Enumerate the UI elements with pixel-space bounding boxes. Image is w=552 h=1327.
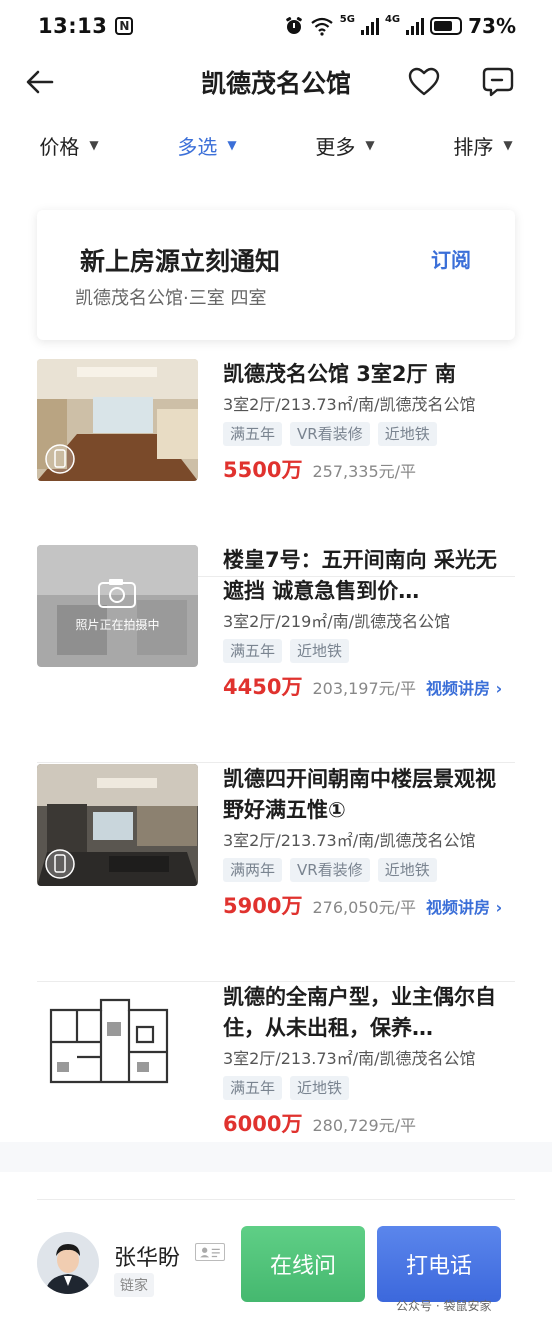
filter-label: 价格 [39,134,80,159]
chevron-down-icon: ▼ [227,138,237,152]
listing-unit-price: 203,197元/平 [312,679,417,698]
listing-tag: 满五年 [223,422,283,446]
listing-tag: 满两年 [223,858,283,882]
filter-more[interactable]: 更多 ▼ [276,120,414,170]
listing-title: 凯德四开间朝南中楼层景观视野好满五惟① [223,767,496,822]
video-tour-link[interactable]: 视频讲房 › [426,675,502,699]
listing-tag: VR看装修 [290,422,370,446]
listing-tag: 近地铁 [290,639,350,663]
status-icons: 5G 4G 73% [284,14,516,38]
wifi-icon [311,17,333,36]
filter-label: 更多 [315,134,356,159]
listing-meta: 3室2厅/213.73㎡/南/凯德茂名公馆 [223,1049,476,1068]
network-4g-label: 4G [384,14,401,25]
listing-title: 凯德茂名公馆 3室2厅 南 [223,362,456,386]
listing-tag: 满五年 [223,1076,283,1100]
listing-item[interactable]: 照片正在拍摄中 楼皇7号：五开间南向 采光无遮挡 诚意急售到价… 3室2厅/21… [37,545,515,763]
filter-sort[interactable]: 排序 ▼ [414,120,552,170]
floor-plan-image [37,982,198,1104]
listing-tags: 满五年 VR看装修 近地铁 [223,422,515,446]
nfc-icon: N [115,17,134,35]
video-tour-link[interactable]: 视频讲房 › [426,894,502,918]
battery-icon [430,17,463,35]
page-title: 凯德茂名公馆 [200,69,351,98]
subscribe-title: 新上房源立刻通知 [80,247,281,276]
photo-placeholder-text: 照片正在拍摄中 [75,618,160,632]
chevron-down-icon: ▼ [503,138,513,152]
filter-label: 排序 [453,134,494,159]
listing-tags: 满两年 VR看装修 近地铁 [223,858,515,882]
subscribe-button[interactable]: 订阅 [431,244,471,273]
business-card-icon[interactable] [195,1243,225,1261]
filter-multi[interactable]: 多选 ▼ [138,120,276,170]
listing-price: 4450万 [223,675,303,699]
listing-photo: 照片正在拍摄中 [37,545,198,667]
agent-bar: 张华盼 链家 在线问 打电话 公众号 · 袋鼠安家 [0,1200,552,1327]
chevron-down-icon: ▼ [365,138,375,152]
network-5g-label: 5G [339,14,355,25]
listing-tag: 近地铁 [377,858,437,882]
heart-icon[interactable] [406,64,442,100]
filter-price[interactable]: 价格 ▼ [0,120,138,170]
header: 凯德茂名公馆 [0,52,552,112]
listing-price: 6000万 [223,1112,303,1136]
listing-tag: 近地铁 [377,422,437,446]
listing-tags: 满五年 近地铁 [223,639,515,663]
listing-meta: 3室2厅/213.73㎡/南/凯德茂名公馆 [223,831,476,850]
subscribe-card: 新上房源立刻通知 凯德茂名公馆·三室 四室 订阅 [37,210,515,340]
listing-photo [37,764,198,886]
signal-5g-icon [360,17,379,35]
listing-item[interactable]: 凯德四开间朝南中楼层景观视野好满五惟① 3室2厅/213.73㎡/南/凯德茂名公… [37,764,515,982]
listing-unit-price: 280,729元/平 [312,1116,417,1135]
battery-fill [434,21,452,31]
subscribe-subtitle: 凯德茂名公馆·三室 四室 [75,288,267,309]
filter-bar: 价格 ▼ 多选 ▼ 更多 ▼ 排序 ▼ [0,120,552,170]
listing-tag: 满五年 [223,639,283,663]
listing-tags: 满五年 近地铁 [223,1076,515,1100]
listing-unit-price: 276,050元/平 [312,898,417,917]
listing-unit-price: 257,335元/平 [312,462,417,481]
listing-title: 凯德的全南户型，业主偶尔自住，从未出租，保养… [223,985,496,1040]
status-time: 13:13 [38,14,108,38]
listing-photo [37,359,198,481]
listing-meta: 3室2厅/219㎡/南/凯德茂名公馆 [223,612,451,631]
listing-price: 5900万 [223,894,303,918]
chevron-down-icon: ▼ [89,138,99,152]
agent-name: 张华盼 [114,1246,181,1271]
call-button[interactable]: 打电话 [377,1226,501,1302]
listing-item[interactable]: 凯德的全南户型，业主偶尔自住，从未出租，保养… 3室2厅/213.73㎡/南/凯… [37,982,515,1200]
signal-4g-icon [406,17,425,35]
battery-percent: 73% [468,14,516,38]
listing-tag: 近地铁 [290,1076,350,1100]
avatar[interactable] [37,1232,99,1294]
filter-label: 多选 [177,134,218,159]
listing-title: 楼皇7号：五开间南向 采光无遮挡 诚意急售到价… [223,548,497,603]
online-chat-button[interactable]: 在线问 [241,1226,365,1302]
alarm-icon [285,16,302,34]
status-bar: 13:13 N 5G 4G 73% [0,0,552,52]
chat-icon[interactable] [480,64,516,100]
agent-brand-badge: 链家 [114,1273,154,1297]
watermark: 公众号 · 袋鼠安家 [396,1299,492,1313]
listing-meta: 3室2厅/213.73㎡/南/凯德茂名公馆 [223,395,476,414]
listing-price: 5500万 [223,458,303,482]
listing-tag: VR看装修 [290,858,370,882]
